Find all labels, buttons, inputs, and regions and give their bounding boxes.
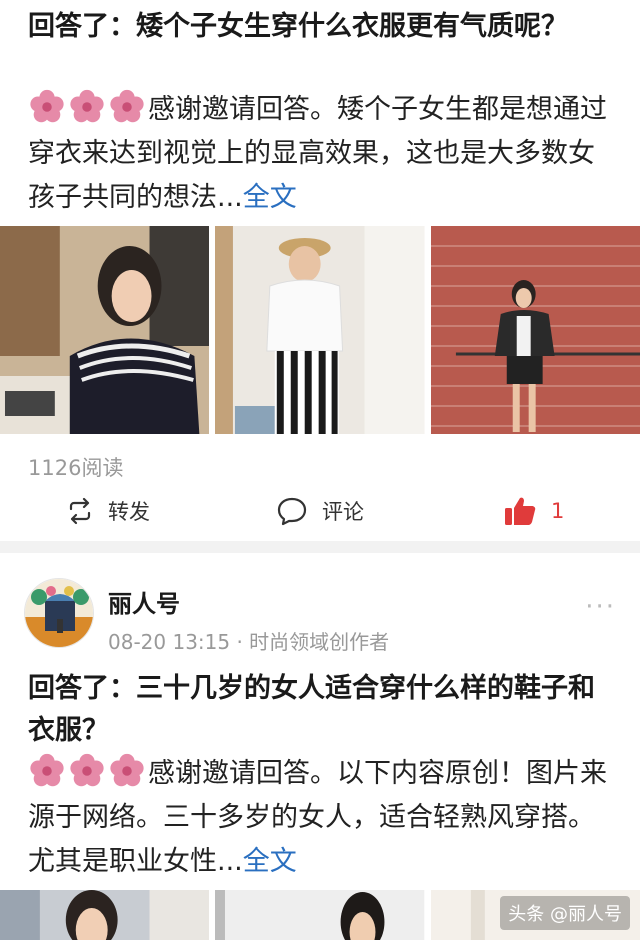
comment-button[interactable]: 评论 <box>276 486 364 536</box>
photo-thumbnail[interactable] <box>0 226 210 434</box>
photo-thumbnail[interactable] <box>430 226 640 434</box>
post-meta: 08-20 13:15 · 时尚领域创作者 <box>108 630 390 654</box>
post-excerpt[interactable]: 感谢邀请回答。矮个子女生都是想通过穿衣来达到视觉上的显高效果，这也是大多数女孩子… <box>28 88 618 220</box>
thumbs-up-icon <box>505 497 536 525</box>
flower-emoji-icon <box>70 89 104 123</box>
watermark: 头条 @丽人号 <box>500 896 630 930</box>
comment-label: 评论 <box>322 500 364 524</box>
repost-icon <box>69 497 91 525</box>
photo-grid <box>0 226 640 434</box>
post-title[interactable]: 回答了：三十几岁的女人适合穿什么样的鞋子和衣服？ <box>28 668 618 752</box>
post-title[interactable]: 回答了：矮个子女生穿什么衣服更有气质呢？ <box>28 6 618 48</box>
repost-label: 转发 <box>108 500 150 524</box>
full-text-link[interactable]: 全文 <box>243 846 297 877</box>
flower-emoji-icon <box>110 753 144 787</box>
comment-icon <box>277 497 307 526</box>
like-count: 1 <box>551 499 565 523</box>
photo-thumbnail[interactable] <box>215 226 425 434</box>
flower-emoji-icon <box>110 89 144 123</box>
like-button[interactable]: 1 <box>503 486 564 536</box>
full-text-link[interactable]: 全文 <box>243 182 297 213</box>
photo-thumbnail[interactable] <box>0 890 210 940</box>
action-bar: 转发 评论 1 <box>0 486 640 536</box>
more-options-button[interactable]: ··· <box>585 592 616 622</box>
read-count: 1126阅读 <box>28 456 124 480</box>
avatar[interactable] <box>24 578 94 648</box>
post-excerpt[interactable]: 感谢邀请回答。以下内容原创！图片来源于网络。三十多岁的女人，适合轻熟风穿搭。尤其… <box>28 752 618 884</box>
feed-divider <box>0 541 640 553</box>
flower-emoji-icon <box>30 753 64 787</box>
repost-button[interactable]: 转发 <box>66 486 150 536</box>
flower-emoji-icon <box>70 753 104 787</box>
photo-thumbnail[interactable] <box>215 890 425 940</box>
flower-emoji-icon <box>30 89 64 123</box>
author-name[interactable]: 丽人号 <box>108 584 180 619</box>
